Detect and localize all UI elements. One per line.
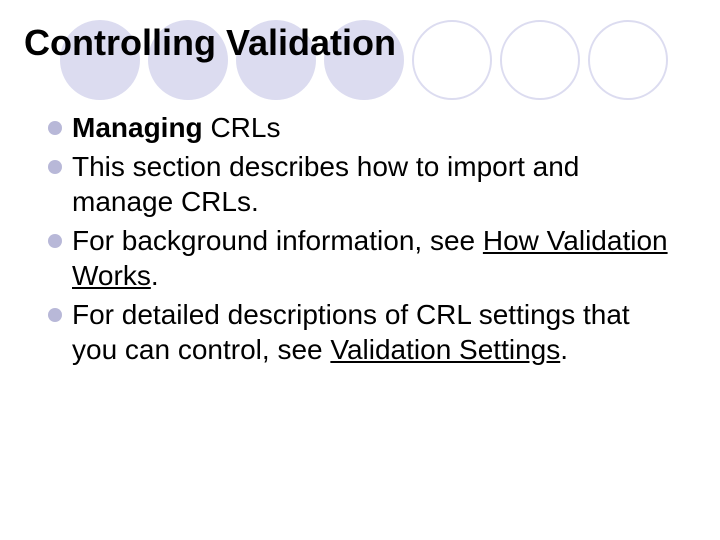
bold-text: Managing (72, 112, 203, 143)
bullet-icon (48, 121, 62, 135)
link-validation-settings[interactable]: Validation Settings (330, 334, 560, 365)
bullet-icon (48, 234, 62, 248)
bullet-icon (48, 160, 62, 174)
bullet-text: Managing CRLs (72, 110, 680, 145)
text: For background information, see (72, 225, 483, 256)
deco-circle (500, 20, 580, 100)
slide-body: Managing CRLs This section describes how… (48, 110, 680, 371)
bullet-text: For background information, see How Vali… (72, 223, 680, 293)
deco-circle (588, 20, 668, 100)
list-item: For background information, see How Vali… (48, 223, 680, 293)
list-item: For detailed descriptions of CRL setting… (48, 297, 680, 367)
text: CRLs (203, 112, 281, 143)
list-item: Managing CRLs (48, 110, 680, 145)
list-item: This section describes how to import and… (48, 149, 680, 219)
text: . (560, 334, 568, 365)
bullet-icon (48, 308, 62, 322)
deco-circle (412, 20, 492, 100)
bullet-text: This section describes how to import and… (72, 149, 680, 219)
bullet-text: For detailed descriptions of CRL setting… (72, 297, 680, 367)
slide-title: Controlling Validation (24, 22, 396, 64)
text: . (151, 260, 159, 291)
